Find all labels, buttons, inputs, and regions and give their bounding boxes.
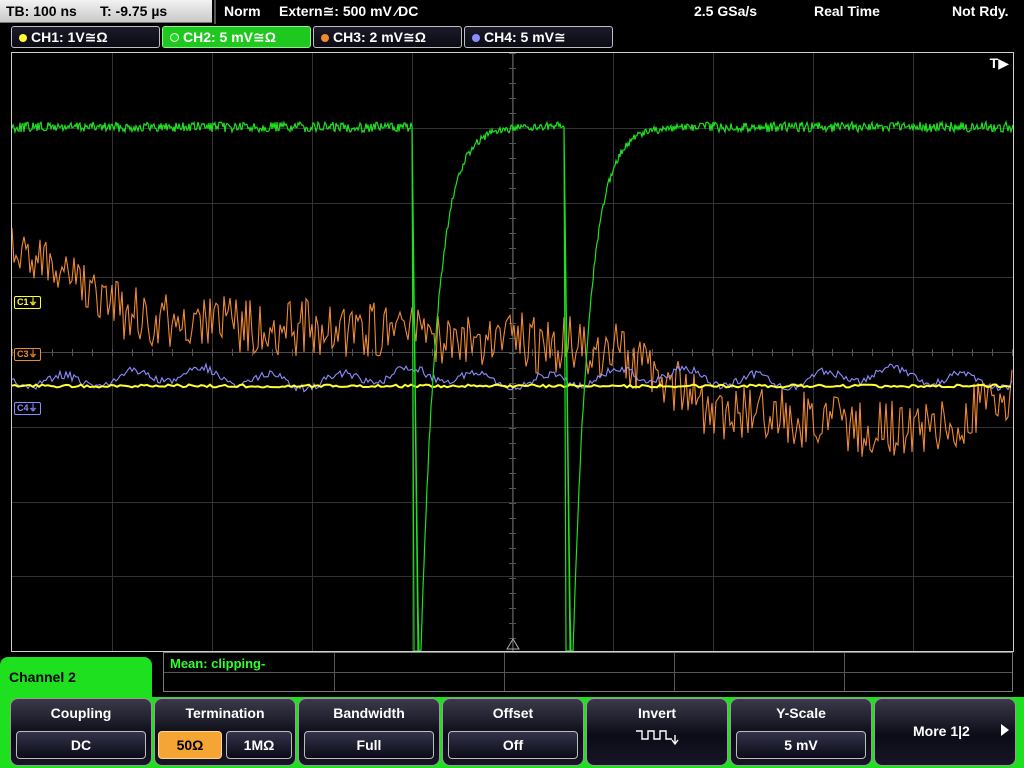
graticule bbox=[12, 53, 1013, 651]
termination-title: Termination bbox=[185, 705, 265, 721]
y-scale-title: Y-Scale bbox=[776, 705, 826, 721]
channel-4-ground-marker[interactable]: C4⏚ bbox=[14, 402, 41, 415]
measurement-mean: Mean: clipping- bbox=[170, 656, 266, 671]
y-scale-value[interactable]: 5 mV bbox=[736, 731, 866, 759]
offset-softkey[interactable]: Offset Off bbox=[442, 698, 584, 766]
arrow-right-icon bbox=[1001, 724, 1009, 736]
channel-2-color-dot bbox=[170, 33, 179, 42]
divider bbox=[504, 653, 505, 691]
channel-4-color-dot bbox=[472, 34, 480, 42]
more-softkey[interactable]: More 1|2 bbox=[874, 698, 1016, 766]
channel-tabs: CH1: 1V≅Ω CH2: 5 mV≅Ω CH3: 2 mV≅Ω CH4: 5… bbox=[0, 26, 1024, 48]
channel-1-color-dot bbox=[19, 34, 27, 42]
invert-waveform-icon bbox=[636, 730, 679, 746]
waveform-canvas bbox=[12, 53, 1013, 651]
channel-3-ground-marker[interactable]: C3⏚ bbox=[14, 348, 41, 361]
channel-3-label: CH3: 2 mV≅Ω bbox=[333, 29, 426, 45]
menu-title: Channel 2 bbox=[9, 669, 76, 685]
divider bbox=[334, 653, 335, 691]
acquisition-mode: Real Time bbox=[814, 3, 880, 19]
coupling-title: Coupling bbox=[50, 705, 112, 721]
channel-1-waveform bbox=[12, 383, 1012, 389]
acquisition-status: Not Rdy. bbox=[952, 3, 1009, 19]
channel-2-tab[interactable]: CH2: 5 mV≅Ω bbox=[162, 26, 311, 48]
divider bbox=[164, 672, 1012, 673]
status-bar: TB: 100 ns T: -9.75 µs Norm Extern≅: 500… bbox=[0, 0, 1024, 24]
channel-3-tab[interactable]: CH3: 2 mV≅Ω bbox=[313, 26, 462, 48]
channel-2-label: CH2: 5 mV≅Ω bbox=[183, 29, 276, 45]
menu-title-tab: Channel 2 bbox=[0, 657, 152, 697]
timebase-box[interactable]: TB: 100 ns T: -9.75 µs bbox=[0, 0, 212, 23]
trigger-mode[interactable]: Norm bbox=[224, 0, 261, 22]
invert-title: Invert bbox=[637, 705, 677, 721]
termination-50-ohm-option[interactable]: 50Ω bbox=[158, 731, 222, 759]
timebase-value: TB: 100 ns bbox=[6, 3, 77, 19]
bandwidth-softkey[interactable]: Bandwidth Full bbox=[298, 698, 440, 766]
divider bbox=[844, 653, 845, 691]
invert-softkey[interactable]: Invert bbox=[586, 698, 728, 766]
channel-1-ground-marker[interactable]: C1⏚ bbox=[14, 296, 41, 309]
coupling-value[interactable]: DC bbox=[16, 731, 146, 759]
coupling-softkey[interactable]: Coupling DC bbox=[10, 698, 152, 766]
divider bbox=[674, 653, 675, 691]
termination-softkey[interactable]: Termination 50Ω 1MΩ bbox=[154, 698, 296, 766]
measurement-panel: Mean: clipping- bbox=[163, 652, 1013, 692]
trigger-time-value: T: -9.75 µs bbox=[100, 3, 168, 19]
channel-4-label: CH4: 5 mV≅ bbox=[484, 29, 566, 45]
separator bbox=[214, 0, 216, 24]
channel-4-tab[interactable]: CH4: 5 mV≅ bbox=[464, 26, 613, 48]
more-label: More 1|2 bbox=[913, 723, 970, 739]
offset-title: Offset bbox=[492, 705, 534, 721]
y-scale-softkey[interactable]: Y-Scale 5 mV bbox=[730, 698, 872, 766]
sample-rate: 2.5 GSa/s bbox=[694, 3, 758, 19]
trigger-level-marker: T▶ bbox=[989, 55, 1009, 71]
bandwidth-value[interactable]: Full bbox=[304, 731, 434, 759]
bandwidth-title: Bandwidth bbox=[333, 705, 405, 721]
channel-1-tab[interactable]: CH1: 1V≅Ω bbox=[11, 26, 160, 48]
channel-1-label: CH1: 1V≅Ω bbox=[31, 29, 108, 45]
offset-value[interactable]: Off bbox=[448, 731, 578, 759]
trigger-source[interactable]: Extern≅: 500 mV ⁄DC bbox=[279, 0, 418, 22]
waveform-display[interactable]: T▶ C1⏚ C3⏚ C4⏚ bbox=[11, 52, 1014, 652]
termination-1m-ohm-option[interactable]: 1MΩ bbox=[226, 731, 292, 759]
channel-3-color-dot bbox=[321, 34, 329, 42]
